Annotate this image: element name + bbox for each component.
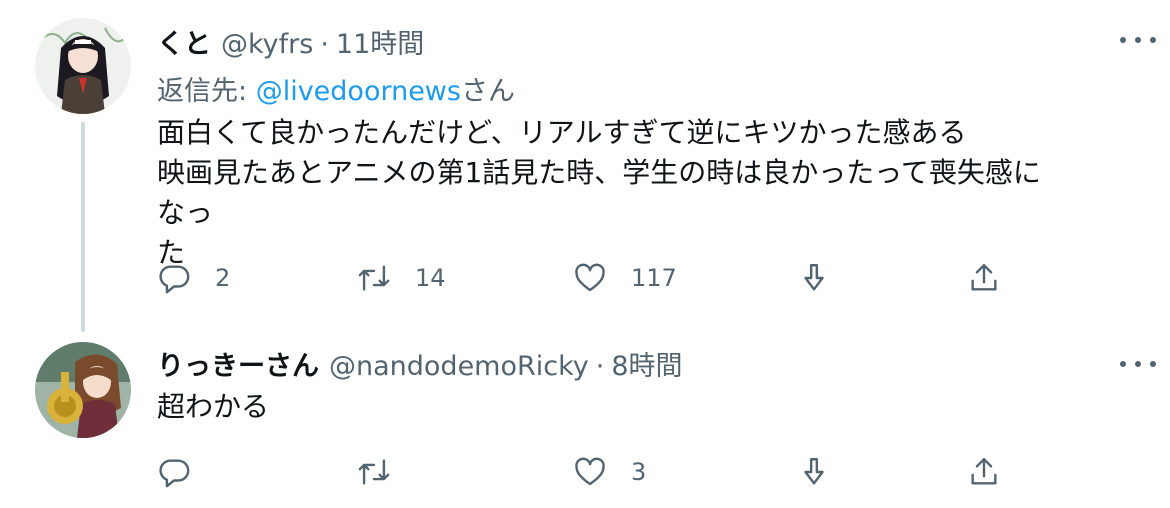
retweet-icon (358, 459, 390, 485)
display-name[interactable]: りっきーさん (157, 344, 319, 383)
more-icon[interactable] (1120, 354, 1156, 374)
reply-tweet[interactable]: りっきーさん @nandodemoRicky · 8時間 超わかる 3 (0, 0, 1170, 508)
like-count: 3 (631, 458, 647, 486)
tweet-text-line: 超わかる (157, 390, 270, 423)
avatar[interactable] (35, 342, 131, 438)
tweet-text: 超わかる (157, 387, 269, 427)
share-icon (804, 458, 824, 485)
reply-button[interactable] (157, 452, 215, 492)
reply-icon (159, 459, 190, 488)
like-button[interactable]: 3 (573, 452, 646, 492)
upload-button[interactable] (967, 452, 1001, 492)
user-handle[interactable]: @nandodemoRicky (329, 351, 589, 382)
share-button[interactable] (797, 452, 831, 492)
like-icon (575, 457, 605, 486)
separator: · (595, 351, 605, 382)
timestamp[interactable]: 8時間 (611, 344, 682, 383)
upload-icon (971, 458, 997, 485)
tweet-header: りっきーさん @nandodemoRicky · 8時間 (157, 344, 683, 383)
retweet-button[interactable] (357, 452, 415, 492)
action-bar: 3 (157, 452, 1017, 492)
